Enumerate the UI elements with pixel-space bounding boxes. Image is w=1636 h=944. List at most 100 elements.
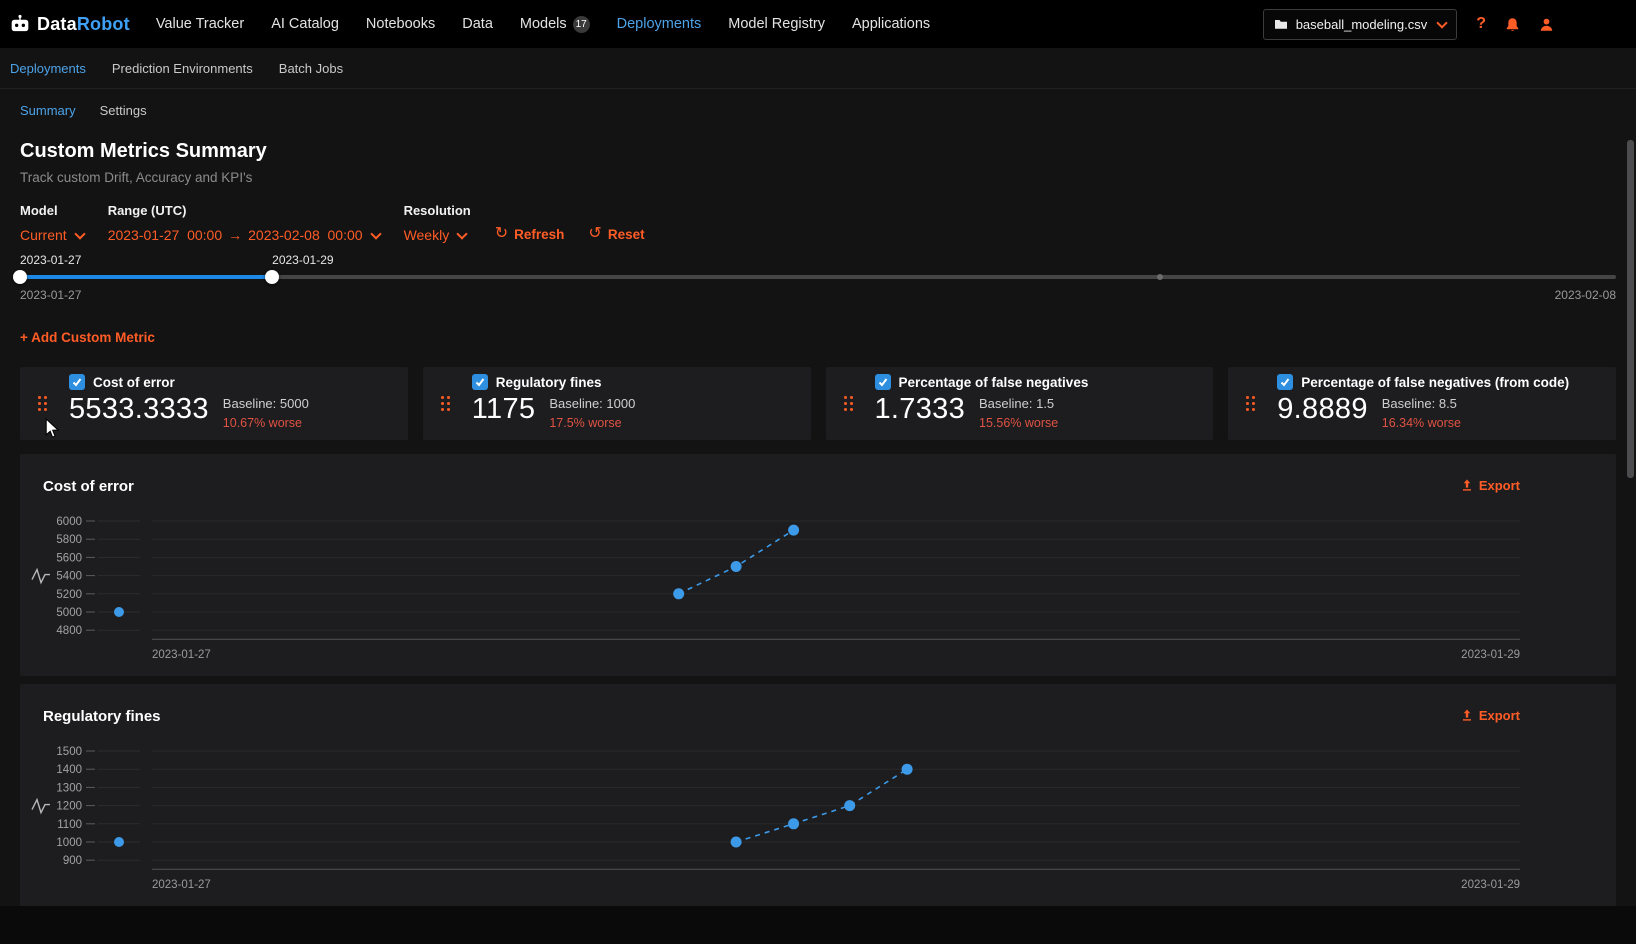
chart-title: Regulatory fines: [43, 708, 1616, 725]
logo-text: DataRobot: [37, 14, 130, 35]
nav-applications[interactable]: Applications: [852, 16, 930, 32]
chart-title: Cost of error: [43, 478, 1616, 495]
nav-label: Notebooks: [366, 16, 435, 32]
y-tick-label: 1300: [56, 782, 82, 794]
y-tick-label: 1200: [56, 801, 82, 813]
add-custom-metric-button[interactable]: + Add Custom Metric: [20, 330, 155, 345]
data-point[interactable]: [731, 837, 742, 848]
drag-handle-icon[interactable]: [844, 396, 853, 411]
resolution-dropdown[interactable]: Weekly: [404, 227, 471, 243]
x-axis-end-label: 2023-01-29: [1461, 879, 1520, 891]
drag-handle-icon[interactable]: [38, 396, 47, 411]
baseline-point[interactable]: [114, 837, 124, 847]
export-label: Export: [1479, 708, 1520, 723]
range-dropdown[interactable]: 2023-01-27 00:00 → 2023-02-08 00:00: [108, 227, 380, 243]
y-tick-label: 5200: [56, 589, 82, 601]
chevron-down-icon: [74, 228, 85, 239]
nav-deployments[interactable]: Deployments: [617, 16, 702, 32]
export-button[interactable]: Export: [1461, 708, 1520, 723]
refresh-button[interactable]: ↻ Refresh: [495, 226, 565, 243]
y-axis-pulse-icon[interactable]: [32, 570, 50, 583]
subnav-batch-jobs[interactable]: Batch Jobs: [279, 61, 343, 76]
folder-icon: [1274, 18, 1288, 30]
y-axis-pulse-icon[interactable]: [32, 800, 50, 813]
check-icon: [71, 376, 83, 388]
data-point[interactable]: [788, 818, 799, 829]
data-point[interactable]: [673, 588, 684, 599]
export-label: Export: [1479, 478, 1520, 493]
reset-button[interactable]: ↺ Reset: [588, 226, 644, 243]
data-point[interactable]: [731, 561, 742, 572]
metric-value: 1.7333: [875, 394, 966, 424]
page-scrollbar-thumb[interactable]: [1627, 140, 1634, 478]
metric-card-false-negatives: Percentage of false negatives 1.7333 Bas…: [826, 367, 1214, 440]
metric-checkbox[interactable]: [472, 374, 488, 390]
check-icon: [474, 376, 486, 388]
metric-value: 9.8889: [1277, 394, 1368, 424]
nav-model-registry[interactable]: Model Registry: [728, 16, 825, 32]
page-content: Deployments Prediction Environments Batc…: [0, 48, 1636, 906]
metric-checkbox[interactable]: [69, 374, 85, 390]
drag-handle-icon[interactable]: [441, 396, 450, 411]
y-tick-label: 1500: [56, 746, 82, 758]
slider-fill: [20, 275, 272, 279]
baseline-point[interactable]: [114, 607, 124, 617]
slider-handle-right[interactable]: [265, 270, 279, 284]
datarobot-logo[interactable]: DataRobot: [10, 14, 130, 35]
export-button[interactable]: Export: [1461, 478, 1520, 493]
dataset-selector[interactable]: baseball_modeling.csv: [1263, 9, 1458, 40]
nav-value-tracker[interactable]: Value Tracker: [156, 16, 244, 32]
metric-card-body: Cost of error 5533.3333 Baseline: 5000 1…: [69, 374, 309, 432]
nav-notebooks[interactable]: Notebooks: [366, 16, 435, 32]
metric-title: Regulatory fines: [496, 375, 602, 390]
reset-icon: ↺: [588, 226, 601, 242]
metric-delta: 15.56% worse: [979, 414, 1058, 433]
refresh-icon: ↻: [495, 226, 508, 242]
export-icon: [1461, 709, 1473, 722]
slider-marker: [1157, 274, 1163, 280]
resolution-value: Weekly: [404, 227, 450, 243]
chart-panel-regulatory-fines: Regulatory fines Export 1500140013001200…: [20, 684, 1616, 906]
x-axis-start-label: 2023-01-27: [152, 649, 211, 661]
topnav-right: baseball_modeling.csv ?: [1263, 9, 1636, 40]
metric-checkbox[interactable]: [1277, 374, 1293, 390]
subnav-prediction-environments[interactable]: Prediction Environments: [112, 61, 253, 76]
nav-label: Value Tracker: [156, 16, 244, 32]
metric-controls: Model Current Range (UTC) 2023-01-27 00:…: [20, 203, 1616, 243]
metric-value: 1175: [472, 394, 536, 424]
data-point[interactable]: [788, 525, 799, 536]
model-dropdown[interactable]: Current: [20, 227, 84, 243]
slider-handle-labels: 2023-01-27 2023-01-29: [20, 253, 1616, 270]
y-tick-label: 1000: [56, 837, 82, 849]
data-point[interactable]: [902, 764, 913, 775]
subnav-deployments[interactable]: Deployments: [10, 61, 86, 76]
drag-handle-icon[interactable]: [1246, 396, 1255, 411]
metric-card-regulatory-fines: Regulatory fines 1175 Baseline: 1000 17.…: [423, 367, 811, 440]
tab-summary[interactable]: Summary: [20, 103, 76, 118]
data-point[interactable]: [844, 800, 855, 811]
chevron-down-icon: [370, 228, 381, 239]
nav-ai-catalog[interactable]: AI Catalog: [271, 16, 339, 32]
nav-label: Model Registry: [728, 16, 825, 32]
date-range-slider: 2023-01-27 2023-01-29 2023-01-27 2023-02…: [20, 253, 1616, 302]
metric-checkbox[interactable]: [875, 374, 891, 390]
slider-handle-left[interactable]: [13, 270, 27, 284]
metric-delta: 10.67% worse: [223, 414, 309, 433]
nav-data[interactable]: Data: [462, 16, 493, 32]
y-tick-label: 5400: [56, 571, 82, 583]
bell-icon: [1505, 17, 1520, 32]
metric-card-cost-of-error: Cost of error 5533.3333 Baseline: 5000 1…: [20, 367, 408, 440]
check-icon: [1279, 376, 1291, 388]
metric-baseline: Baseline: 1000: [549, 394, 635, 414]
x-axis-end-label: 2023-01-29: [1461, 649, 1520, 661]
range-end-value: 2023-02-08 00:00: [248, 227, 362, 243]
notifications-button[interactable]: [1505, 17, 1520, 32]
user-menu-button[interactable]: [1539, 17, 1554, 32]
range-control: Range (UTC) 2023-01-27 00:00 → 2023-02-0…: [108, 203, 380, 243]
y-tick-label: 4800: [56, 625, 82, 637]
metric-delta: 17.5% worse: [549, 414, 635, 433]
y-tick-label: 5000: [56, 607, 82, 619]
help-button[interactable]: ?: [1476, 15, 1486, 33]
nav-models[interactable]: Models17: [520, 16, 590, 33]
tab-settings[interactable]: Settings: [100, 103, 147, 118]
